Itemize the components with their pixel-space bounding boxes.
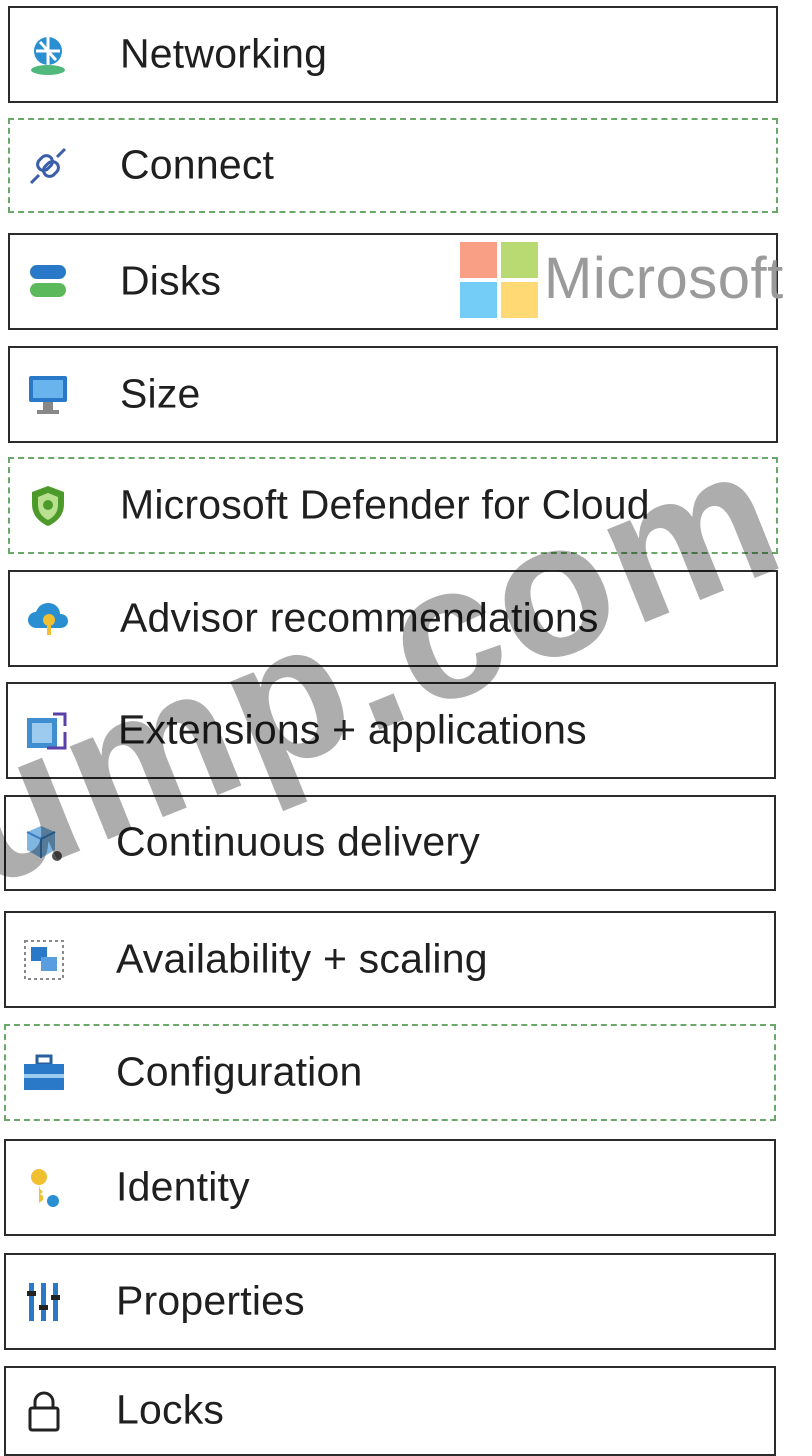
- connect-icon: [22, 140, 74, 192]
- menu-item-label: Disks: [120, 257, 222, 304]
- disks-icon: [22, 256, 74, 308]
- microsoft-logo-watermark: [460, 242, 538, 318]
- settings-menu: Networking Connect Disks Size Microsoft …: [0, 0, 812, 1456]
- toolbox-icon: [18, 1047, 70, 1099]
- menu-item-microsoft-defender-for-cloud[interactable]: Microsoft Defender for Cloud: [8, 457, 778, 554]
- advisor-cloud-icon: [22, 593, 74, 645]
- menu-item-networking[interactable]: Networking: [8, 6, 778, 103]
- menu-item-availability-scaling[interactable]: Availability + scaling: [4, 911, 776, 1008]
- menu-item-properties[interactable]: Properties: [4, 1253, 776, 1350]
- menu-item-extensions-applications[interactable]: Extensions + applications: [6, 682, 776, 779]
- menu-item-label: Locks: [116, 1386, 225, 1433]
- size-icon: [22, 369, 74, 421]
- menu-item-label: Advisor recommendations: [120, 594, 599, 641]
- menu-item-label: Availability + scaling: [116, 935, 488, 982]
- lock-icon: [18, 1385, 70, 1437]
- menu-item-label: Connect: [120, 141, 275, 188]
- menu-item-label: Microsoft Defender for Cloud: [120, 481, 650, 528]
- menu-item-label: Continuous delivery: [116, 818, 480, 865]
- menu-item-advisor-recommendations[interactable]: Advisor recommendations: [8, 570, 778, 667]
- continuous-delivery-icon: [18, 817, 70, 869]
- menu-item-identity[interactable]: Identity: [4, 1139, 776, 1236]
- menu-item-label: Configuration: [116, 1048, 363, 1095]
- properties-icon: [18, 1276, 70, 1328]
- extensions-icon: [20, 705, 72, 757]
- availability-icon: [18, 934, 70, 986]
- menu-item-label: Properties: [116, 1277, 305, 1324]
- menu-item-connect[interactable]: Connect: [8, 118, 778, 213]
- menu-item-label: Networking: [120, 30, 328, 77]
- menu-item-configuration[interactable]: Configuration: [4, 1024, 776, 1121]
- menu-item-label: Size: [120, 370, 201, 417]
- menu-item-size[interactable]: Size: [8, 346, 778, 443]
- menu-item-label: Identity: [116, 1163, 250, 1210]
- identity-icon: [18, 1162, 70, 1214]
- networking-icon: [22, 29, 74, 81]
- microsoft-watermark-text: Microsoft: [544, 246, 784, 311]
- menu-item-locks[interactable]: Locks: [4, 1366, 776, 1456]
- menu-item-continuous-delivery[interactable]: Continuous delivery: [4, 795, 776, 891]
- menu-item-label: Extensions + applications: [118, 706, 587, 753]
- shield-icon: [22, 480, 74, 532]
